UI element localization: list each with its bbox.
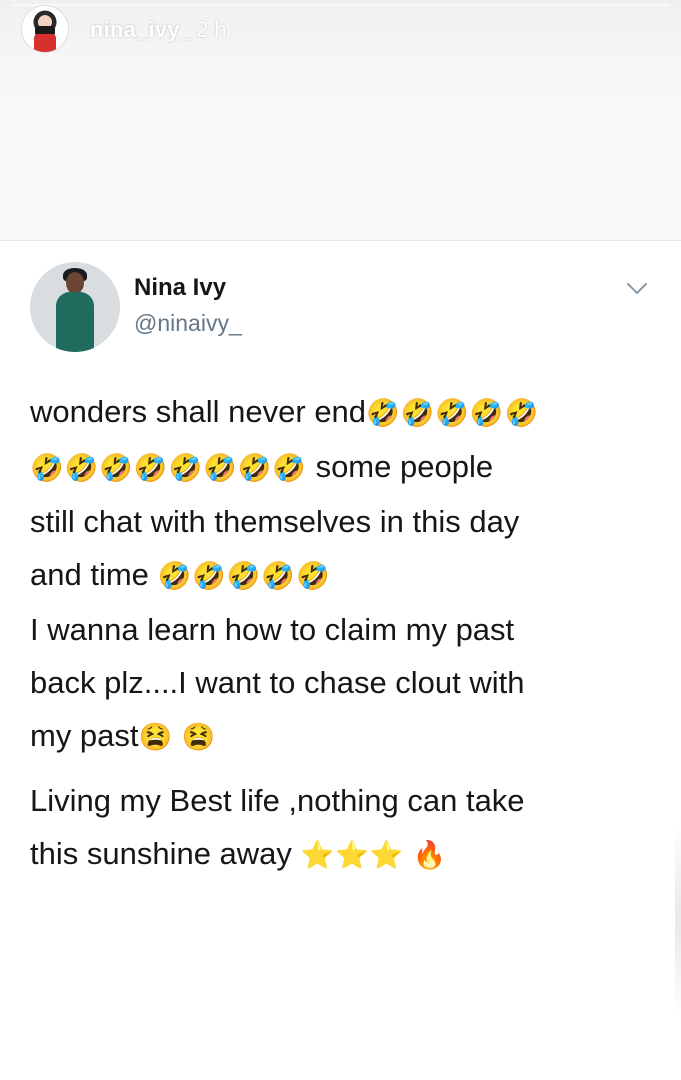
chevron-down-icon[interactable] bbox=[626, 282, 648, 296]
tweet-line-text: Living my Best life ,nothing can take bbox=[30, 783, 525, 818]
tweet-line: 🤣🤣🤣🤣🤣🤣🤣🤣 some people bbox=[30, 440, 640, 495]
avatar-figure-skirt bbox=[34, 34, 56, 52]
tweet-line: my past😫 😫 bbox=[30, 709, 640, 764]
instagram-story-screen: nina_ivy_ 2 h Nina Ivy @ninaivy_ wonders… bbox=[0, 0, 681, 1080]
tweet-body: wonders shall never end🤣🤣🤣🤣🤣 🤣🤣🤣🤣🤣🤣🤣🤣 so… bbox=[30, 385, 640, 882]
story-timestamp: 2 h bbox=[196, 17, 227, 42]
tweet-line: and time 🤣🤣🤣🤣🤣 bbox=[30, 548, 640, 603]
tweet-handle[interactable]: @ninaivy_ bbox=[134, 310, 242, 337]
star-fire-emoji-icon: ⭐⭐⭐ 🔥 bbox=[300, 840, 448, 870]
rofl-emoji-icon: 🤣🤣🤣🤣🤣🤣🤣🤣 bbox=[30, 453, 307, 483]
tweet-line-text: back plz....I want to chase clout with bbox=[30, 665, 525, 700]
tweet-line: I wanna learn how to claim my past bbox=[30, 603, 640, 656]
tweet-line: back plz....I want to chase clout with bbox=[30, 656, 640, 709]
tweet-line: this sunshine away ⭐⭐⭐ 🔥 bbox=[30, 827, 640, 882]
tweet-line: wonders shall never end🤣🤣🤣🤣🤣 bbox=[30, 385, 640, 440]
avatar-head bbox=[66, 272, 84, 294]
tweet-line: still chat with themselves in this day bbox=[30, 495, 640, 548]
edge-shadow bbox=[675, 820, 681, 1020]
tweet-line-text: my past bbox=[30, 718, 139, 753]
screenshot-divider bbox=[0, 240, 681, 241]
tweet-line-text: still chat with themselves in this day bbox=[30, 504, 520, 539]
tweet-avatar[interactable] bbox=[30, 262, 120, 352]
rofl-emoji-icon: 🤣🤣🤣🤣🤣 bbox=[366, 398, 540, 428]
tweet-line-text: wonders shall never end bbox=[30, 394, 367, 429]
story-avatar[interactable] bbox=[22, 6, 68, 52]
story-background: nina_ivy_ 2 h bbox=[0, 0, 681, 240]
avatar-suit bbox=[56, 292, 94, 352]
tweet-line-text: this sunshine away bbox=[30, 836, 301, 871]
tweet-display-name[interactable]: Nina Ivy bbox=[134, 274, 226, 302]
tired-face-emoji-icon: 😫 😫 bbox=[138, 722, 217, 752]
story-username[interactable]: nina_ivy_ bbox=[90, 17, 192, 43]
tweet-line-text: I wanna learn how to claim my past bbox=[30, 612, 515, 647]
tweet-line-text: some people bbox=[306, 449, 494, 484]
story-progress-bar bbox=[12, 4, 669, 6]
tweet-line: Living my Best life ,nothing can take bbox=[30, 774, 640, 827]
tweet-line-text: and time bbox=[30, 557, 158, 592]
rofl-emoji-icon: 🤣🤣🤣🤣🤣 bbox=[157, 561, 331, 591]
